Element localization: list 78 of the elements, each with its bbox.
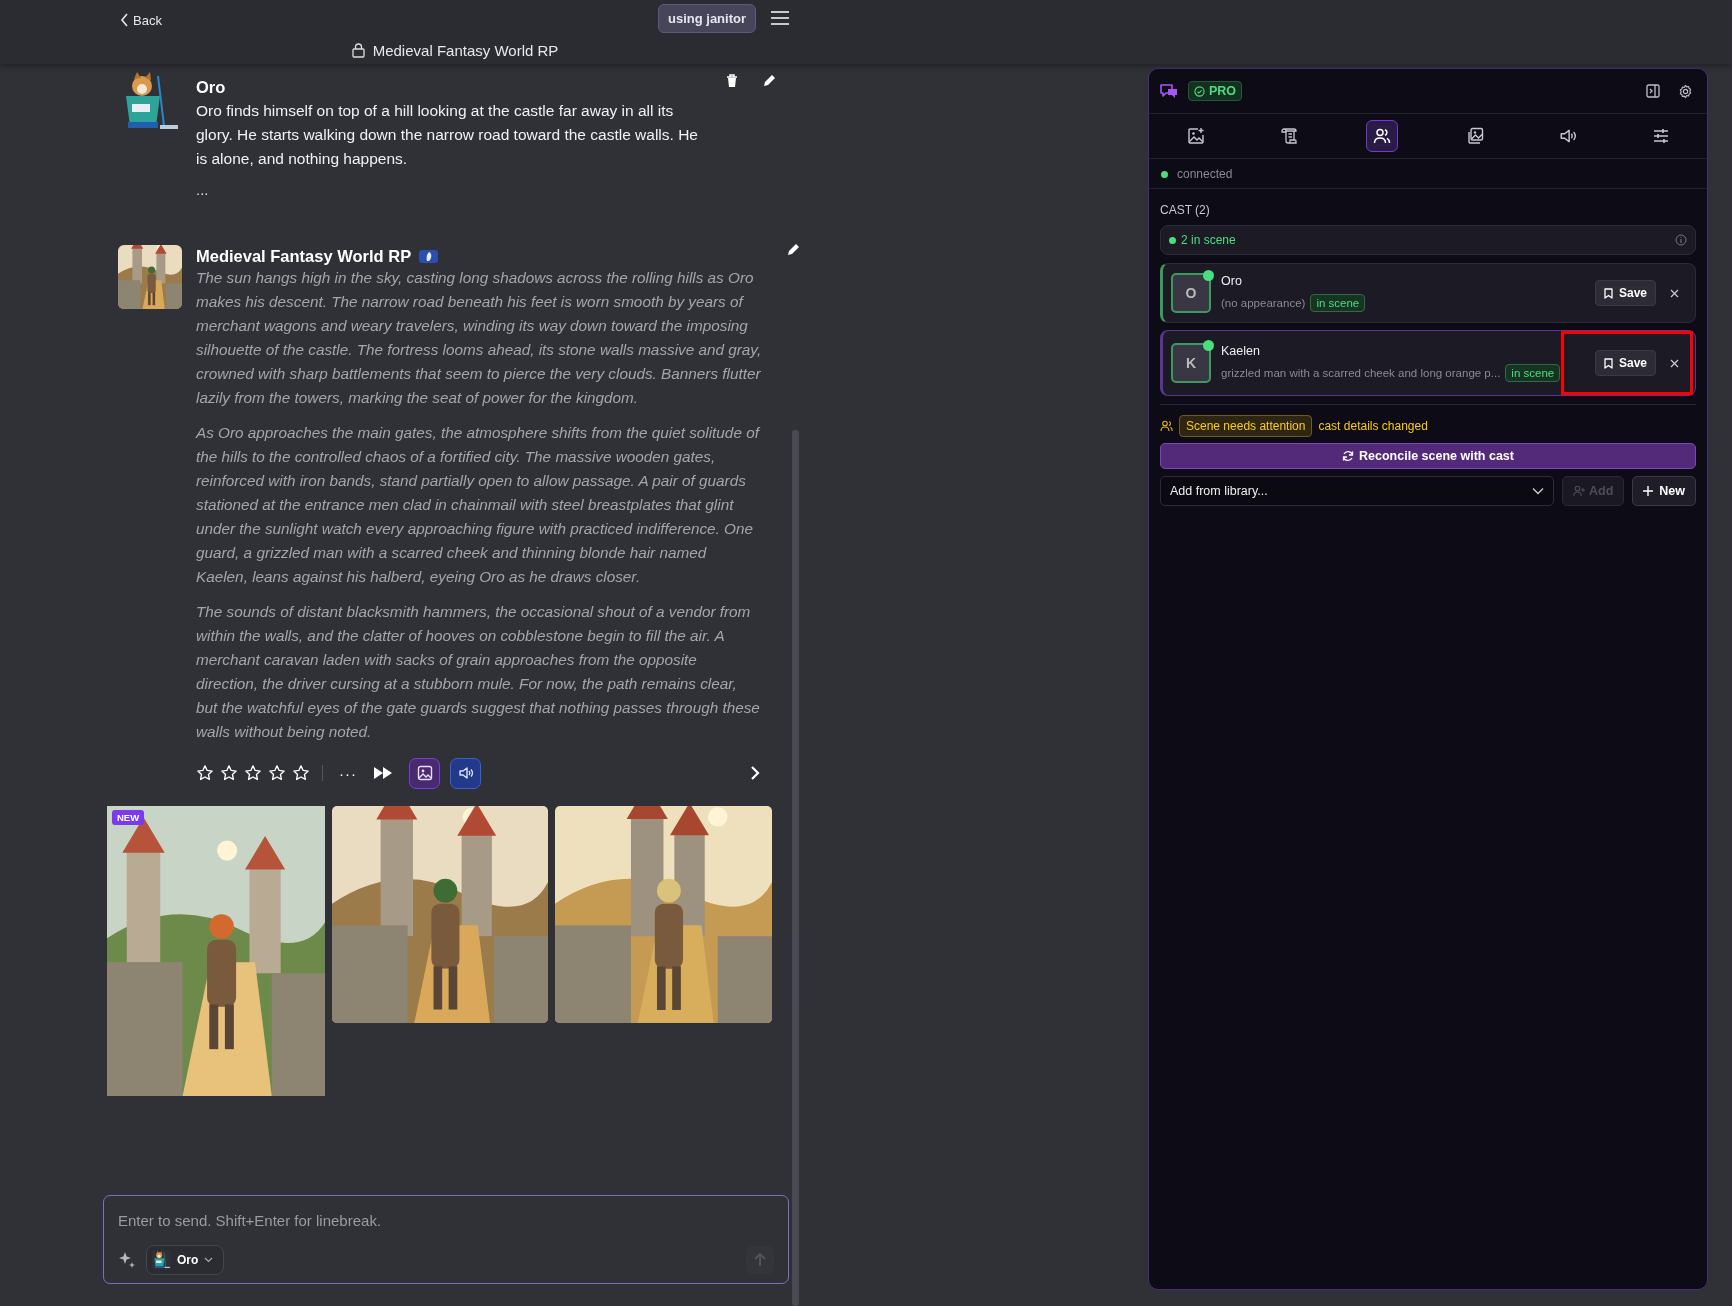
edit-icon[interactable] [786,243,800,257]
close-icon[interactable] [1670,358,1679,368]
star-icon[interactable] [292,764,310,782]
reconcile-button[interactable]: Reconcile scene with cast [1160,443,1696,469]
image-icon [416,765,433,781]
new-badge: NEW [112,810,145,825]
cast-name: Oro [1221,274,1243,288]
cast-card[interactable]: O Oro (no appearance) in scene Save [1160,263,1696,323]
message-author: Medieval Fantasy World RP [196,247,412,266]
library-dropdown[interactable]: Add from library... [1160,476,1554,506]
pro-badge: PRO [1188,81,1243,101]
scroll-icon [1279,127,1298,145]
star-icon[interactable] [244,764,262,782]
bookmark-icon [1603,287,1613,299]
sliders-icon [1651,127,1670,145]
panel-tab[interactable] [1365,120,1398,152]
connection-status: connected [1177,167,1233,181]
save-button[interactable]: Save [1594,350,1656,376]
scene-count: 2 in scene [1181,233,1236,247]
more-text: ... [196,181,209,198]
message-text: The sounds of distant blacksmith hammers, the occasional shout of a vendor from within the walls, and the clatter of hooves on cobblestone begin to fill the air. A merchant caravan laden with sacks of grain approaches from the opposite direction, the driver cursing at a stubborn mule. For now, the path remains clear, but the watchful eyes of the gate guards suggest that nothing passes through these walls without being noted. [196,602,761,742]
audio-button[interactable] [450,757,481,789]
chat-bubbles-icon [1160,83,1178,99]
message-input[interactable]: Enter to send. Shift+Enter for linebreak. Oro [103,1195,789,1284]
speaker-icon [1558,127,1577,145]
star-icon[interactable] [196,764,214,782]
in-scene-badge: in scene [1505,364,1561,382]
save-button[interactable]: Save [1594,280,1656,306]
users-icon [1160,420,1173,432]
speaker-icon [457,765,474,781]
in-scene-badge: in scene [1310,294,1366,312]
users-icon [1372,127,1391,145]
plus-icon [1643,486,1654,496]
lock-icon [351,42,365,58]
new-button[interactable]: New [1632,476,1696,506]
fast-forward-icon[interactable] [373,766,393,780]
scrollbar[interactable] [792,430,799,1306]
cast-name: Kaelen [1221,344,1261,358]
chat-title: Medieval Fantasy World RP [372,41,559,59]
bookmark-icon [1603,357,1613,369]
add-user-icon [1573,485,1585,497]
edit-icon[interactable] [762,74,776,88]
caret-icon [204,1257,214,1263]
settings-icon[interactable] [1678,83,1693,99]
message-text: The sun hangs high in the sky, casting long shadows across the rolling hills as Oro makes his descent. The narrow road beneath his feet is worn smooth by years of merchant wagons and weary travelers, winding its way down toward the imposing silhouette of the castle. The fortress looms ahead, its stone walls massive and gray, crowned with sharp battlements that seem to pierce the very clouds. Banners flutter lazily from the towers, marking the seat of power for the kingdom. [196,268,763,408]
attention-note: cast details changed [1318,419,1428,433]
cast-heading: CAST (2) [1159,202,1211,219]
sidebar-icon[interactable] [1646,83,1660,98]
image-add-icon [1186,127,1205,145]
menu-icon[interactable] [770,10,790,26]
cast-description: grizzled man with a scarred cheek and long orange p... [1221,367,1501,379]
status-dot [1169,236,1176,244]
close-icon[interactable] [1670,288,1679,298]
image-button[interactable] [409,757,440,789]
check-circle-icon [1194,85,1205,97]
model-button[interactable]: using janitor [658,4,756,33]
message-author: Oro [196,78,226,97]
dropdown-caret-icon [1532,487,1544,495]
status-dot [1161,170,1168,178]
next-icon[interactable] [750,765,760,781]
sparkle-icon[interactable] [118,1251,136,1269]
trash-icon[interactable] [726,74,738,88]
cast-description: (no appearance) [1221,297,1306,309]
star-icon[interactable] [268,764,286,782]
message-text: As Oro approaches the main gates, the atmosphere shifts from the quiet solitude of the hills to the controlled chaos of a fortified city. The massive wooden gates, reinforced with iron bands, stand partially open to allow passage. A pair of guards stationed at the entrance men clad in chainmail with steel breastplates that glint under the sunlight watch every approaching figure with practiced indifference. One guard, a grizzled man with a scarred cheek and thinning blonde hair named Kaelen, leans against his halberd, eyeing Oro as he draws closer. [196,423,762,587]
cast-card[interactable]: K Kaelen grizzled man with a scarred cheek and long orange p... in scene Save [1160,330,1696,396]
attention-badge: Scene needs attention [1179,415,1313,437]
cast-avatar: O [1171,273,1211,313]
gallery-icon [1465,127,1484,145]
back-icon [120,13,129,27]
persona-selector[interactable]: Oro [146,1245,225,1275]
back-button[interactable]: Back [120,12,162,28]
info-icon[interactable] [1675,234,1687,246]
refresh-icon [1342,450,1355,462]
more-button[interactable]: ··· [335,764,361,782]
message-text: Oro finds himself on top of a hill looking at the castle far away in all its glory. He starts walking down the narrow road toward the castle walls. He is alone, and nothing happens. [196,101,699,169]
star-icon[interactable] [220,764,238,782]
cast-avatar: K [1171,343,1211,383]
